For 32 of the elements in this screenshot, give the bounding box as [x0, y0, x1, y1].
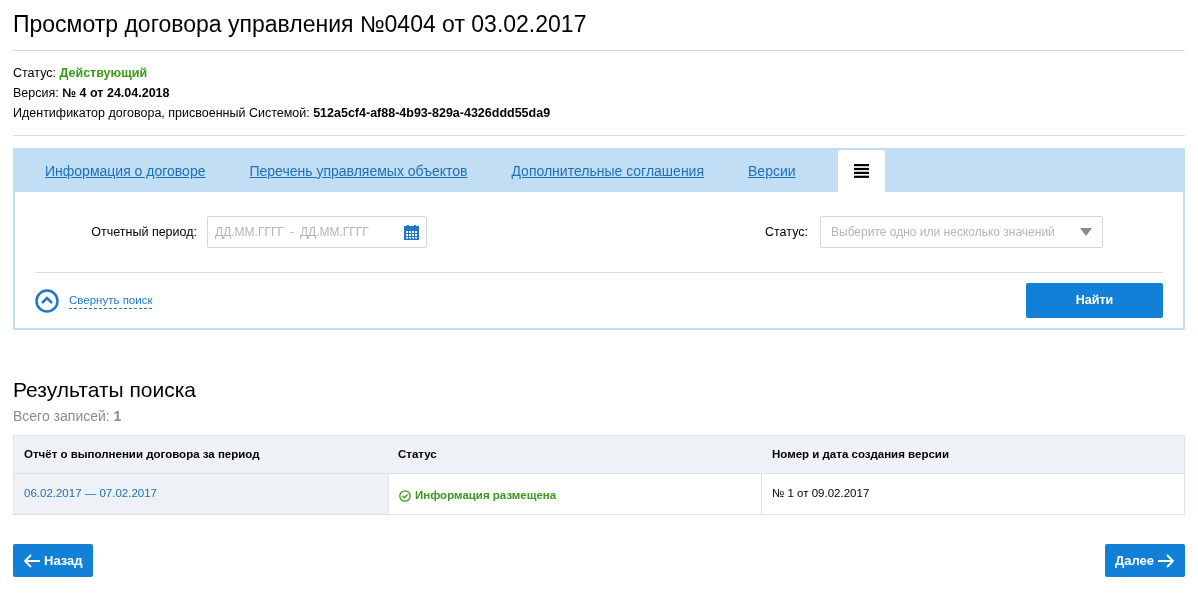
record-count: Всего записей: 1 — [13, 407, 123, 426]
table-cell-text: № 1 от 09.02.2017 — [771, 486, 871, 502]
back-button[interactable]: Назад — [13, 544, 93, 577]
field-label: Отчетный период: — [90, 223, 198, 241]
status-dropdown[interactable]: Выберите одно или несколько значений — [820, 216, 1103, 248]
tab[interactable]: Версии — [746, 150, 798, 192]
collapse-search-link[interactable]: Свернуть поиск — [69, 292, 153, 309]
dropdown-arrow-icon — [1080, 228, 1092, 236]
list-view-tab[interactable] — [837, 150, 885, 192]
list-icon — [853, 164, 869, 178]
arrow-left-icon — [23, 553, 41, 568]
column-header: Номер и дата создания версии — [771, 446, 950, 462]
column-header: Отчёт о выполнении договора за период — [23, 446, 261, 462]
next-button[interactable]: Далее — [1104, 544, 1185, 577]
period-link[interactable]: 06.02.2017 — 07.02.2017 — [14, 474, 388, 514]
field-label: Статус: — [765, 223, 809, 241]
section-title: Результаты поиска — [13, 377, 198, 403]
tab[interactable]: Информация о договоре — [43, 150, 208, 192]
date-range-field[interactable]: ДД.ММ.ГГГГ - ДД.ММ.ГГГГ — [207, 216, 427, 248]
chevron-up-circle-icon[interactable] — [35, 288, 59, 313]
find-button[interactable]: Найти — [1026, 283, 1163, 318]
page-title: Просмотр договора управления №0404 от 03.02.2017 — [13, 0, 1185, 51]
status-text: Информация размещена — [415, 488, 557, 504]
tab[interactable]: Дополнительные соглашения — [509, 150, 706, 192]
column-header: Статус — [397, 446, 438, 462]
detail-line: Идентификатор договора, присвоенный Системой: 512a5cf4-af88-4b93-829a-4326ddd55da9 — [13, 105, 552, 122]
calendar-icon[interactable] — [404, 224, 419, 240]
detail-line: Версия: № 4 от 24.04.2018 — [13, 85, 171, 102]
check-circle-icon — [399, 490, 411, 502]
tab[interactable]: Перечень управляемых объектов — [247, 150, 470, 192]
arrow-right-icon — [1157, 553, 1175, 568]
detail-line: Статус: Действующий — [13, 65, 149, 82]
